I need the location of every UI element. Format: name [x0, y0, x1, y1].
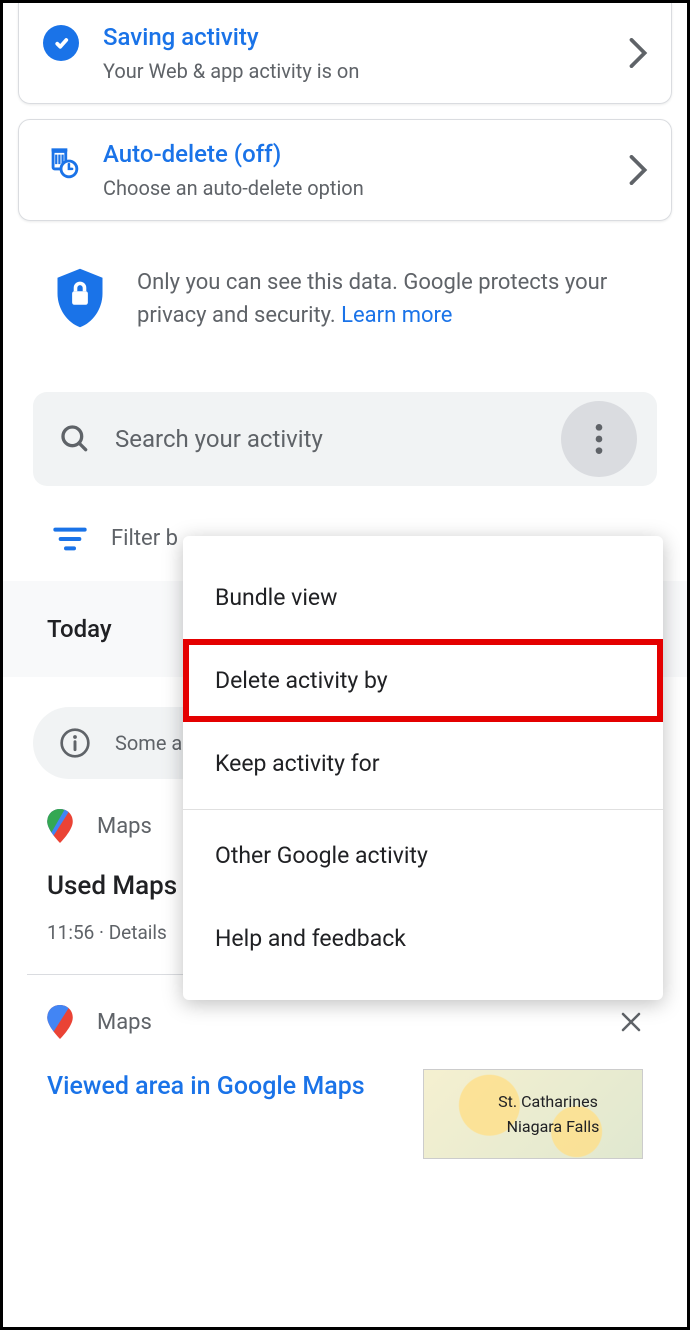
menu-item-bundle-view[interactable]: Bundle view: [183, 556, 663, 639]
card-saving-activity[interactable]: Saving activity Your Web & app activity …: [18, 3, 672, 104]
search-icon: [59, 423, 91, 455]
shield-lock-icon: [53, 266, 107, 332]
close-icon[interactable]: [619, 1010, 643, 1034]
maps-pin-icon: [47, 1005, 73, 1039]
info-text: Some a: [115, 731, 182, 755]
map-label: Niagara Falls: [507, 1117, 600, 1136]
search-bar: Search your activity: [33, 392, 657, 486]
card-title: Saving activity: [103, 23, 607, 51]
card-subtitle: Your Web & app activity is on: [103, 59, 607, 83]
more-options-button[interactable]: [561, 401, 637, 477]
learn-more-link[interactable]: Learn more: [341, 303, 452, 328]
map-thumbnail[interactable]: St. Catharines Niagara Falls: [423, 1069, 643, 1159]
maps-pin-icon: [47, 809, 73, 843]
menu-item-other-google-activity[interactable]: Other Google activity: [183, 814, 663, 897]
kebab-icon: [595, 424, 603, 454]
menu-item-delete-activity-by[interactable]: Delete activity by: [183, 639, 663, 722]
more-options-menu: Bundle view Delete activity by Keep acti…: [183, 536, 663, 1000]
menu-item-keep-activity-for[interactable]: Keep activity for: [183, 722, 663, 805]
privacy-notice: Only you can see this data. Google prote…: [3, 236, 687, 362]
activity-app-name: Maps: [97, 1010, 595, 1035]
map-label: St. Catharines: [498, 1092, 598, 1111]
check-shield-icon: [41, 23, 81, 61]
menu-separator: [183, 809, 663, 810]
menu-item-help-feedback[interactable]: Help and feedback: [183, 897, 663, 980]
auto-delete-icon: [41, 140, 81, 180]
activity-link-title[interactable]: Viewed area in Google Maps: [47, 1069, 403, 1104]
card-title: Auto-delete (off): [103, 140, 607, 168]
activity-item-viewed-area[interactable]: Viewed area in Google Maps St. Catharine…: [3, 1049, 687, 1179]
info-icon: [59, 727, 91, 759]
filter-label: Filter b: [111, 526, 178, 551]
card-subtitle: Choose an auto-delete option: [103, 176, 607, 200]
chevron-right-icon: [629, 155, 649, 185]
search-input[interactable]: Search your activity: [115, 425, 537, 453]
filter-icon: [53, 527, 87, 551]
card-auto-delete[interactable]: Auto-delete (off) Choose an auto-delete …: [18, 119, 672, 221]
chevron-right-icon: [629, 38, 649, 68]
